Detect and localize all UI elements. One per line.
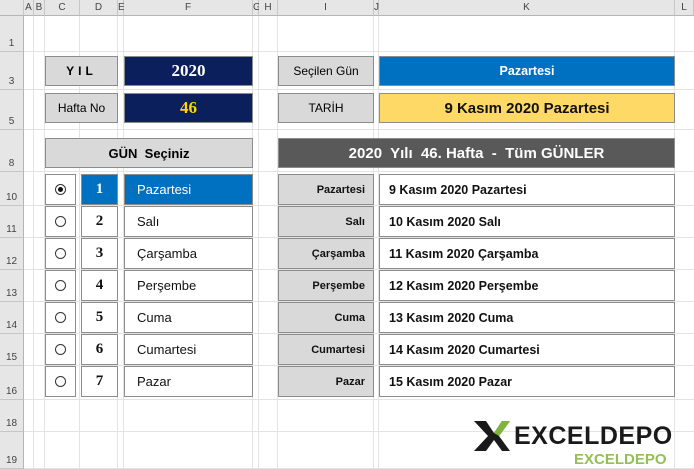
logo-text: EXCELDEPO: [514, 422, 673, 450]
column-header-C[interactable]: C: [45, 0, 80, 16]
column-header-I[interactable]: I: [278, 0, 374, 16]
week-row-date: 13 Kasım 2020 Cuma: [379, 302, 675, 333]
day-name-cell[interactable]: Çarşamba: [124, 238, 253, 269]
column-header-H[interactable]: H: [259, 0, 278, 16]
week-row-date: 15 Kasım 2020 Pazar: [379, 366, 675, 397]
day-number-cell: 4: [81, 270, 118, 301]
row-header-16[interactable]: 16: [0, 366, 24, 400]
selected-day-label: Seçilen Gün: [278, 56, 374, 86]
week-row-date: 14 Kasım 2020 Cumartesi: [379, 334, 675, 365]
week-value-cell[interactable]: 46: [124, 93, 253, 123]
radio-button-1[interactable]: [45, 174, 76, 205]
year-value: 2020: [171, 61, 206, 80]
week-row-day-label: Salı: [278, 206, 374, 237]
row-gridline: [24, 51, 694, 52]
day-name-cell[interactable]: Pazartesi: [124, 174, 253, 205]
week-row-day-label: Pazar: [278, 366, 374, 397]
column-header-L[interactable]: L: [675, 0, 694, 16]
row-gridline: [24, 89, 694, 90]
day-name-cell[interactable]: Cumartesi: [124, 334, 253, 365]
week-row-day-label: Cumartesi: [278, 334, 374, 365]
column-header-A[interactable]: A: [24, 0, 34, 16]
day-name-cell[interactable]: Cuma: [124, 302, 253, 333]
day-number-cell: 2: [81, 206, 118, 237]
row-header-12[interactable]: 12: [0, 238, 24, 270]
column-header-K[interactable]: K: [379, 0, 675, 16]
column-header-B[interactable]: B: [34, 0, 45, 16]
column-header-D[interactable]: D: [80, 0, 118, 16]
row-header-10[interactable]: 10: [0, 172, 24, 206]
row-gridline: [24, 399, 694, 400]
radio-button-3[interactable]: [45, 238, 76, 269]
radio-circle-icon[interactable]: [55, 376, 66, 387]
select-all-corner[interactable]: [0, 0, 24, 16]
year-label: YIL: [45, 56, 118, 86]
radio-circle-icon[interactable]: [55, 312, 66, 323]
radio-circle-icon[interactable]: [55, 184, 66, 195]
row-gridline: [24, 129, 694, 130]
day-number-cell: 7: [81, 366, 118, 397]
week-row-day-label: Pazartesi: [278, 174, 374, 205]
row-header-5[interactable]: 5: [0, 90, 24, 130]
day-number-cell: 6: [81, 334, 118, 365]
row-header-3[interactable]: 3: [0, 52, 24, 90]
selected-day-value-cell: Pazartesi: [379, 56, 675, 86]
radio-circle-icon[interactable]: [55, 216, 66, 227]
column-header-F[interactable]: F: [124, 0, 253, 16]
week-label: Hafta No: [45, 93, 118, 123]
day-name-cell[interactable]: Salı: [124, 206, 253, 237]
day-number-cell: 5: [81, 302, 118, 333]
day-name-cell[interactable]: Perşembe: [124, 270, 253, 301]
week-row-date: 9 Kasım 2020 Pazartesi: [379, 174, 675, 205]
radio-button-4[interactable]: [45, 270, 76, 301]
day-number-cell: 3: [81, 238, 118, 269]
row-header-8[interactable]: 8: [0, 130, 24, 172]
year-value-cell[interactable]: 2020: [124, 56, 253, 86]
date-label: TARİH: [278, 93, 374, 123]
selected-day-value: Pazartesi: [499, 64, 555, 78]
row-header-15[interactable]: 15: [0, 334, 24, 366]
row-header-11[interactable]: 11: [0, 206, 24, 238]
date-value: 9 Kasım 2020 Pazartesi: [444, 99, 610, 117]
row-gridline: [24, 171, 694, 172]
row-header-1[interactable]: 1: [0, 16, 24, 52]
day-name-cell[interactable]: Pazar: [124, 366, 253, 397]
exceldepo-logo: EXCELDEPO EXCELDEPO: [470, 415, 685, 469]
radio-circle-icon[interactable]: [55, 248, 66, 259]
radio-button-6[interactable]: [45, 334, 76, 365]
row-header-19[interactable]: 19: [0, 432, 24, 469]
row-header-14[interactable]: 14: [0, 302, 24, 334]
week-row-day-label: Çarşamba: [278, 238, 374, 269]
week-row-date: 12 Kasım 2020 Perşembe: [379, 270, 675, 301]
row-header-13[interactable]: 13: [0, 270, 24, 302]
radio-button-5[interactable]: [45, 302, 76, 333]
week-value: 46: [180, 98, 197, 117]
x-logo-icon: [474, 421, 510, 451]
row-header-18[interactable]: 18: [0, 400, 24, 432]
radio-circle-icon[interactable]: [55, 344, 66, 355]
week-table-header: 2020 Yılı 46. Hafta - Tüm GÜNLER: [278, 138, 675, 168]
week-row-date: 10 Kasım 2020 Salı: [379, 206, 675, 237]
radio-button-2[interactable]: [45, 206, 76, 237]
radio-circle-icon[interactable]: [55, 280, 66, 291]
week-row-date: 11 Kasım 2020 Çarşamba: [379, 238, 675, 269]
day-picker-header: GÜN Seçiniz: [45, 138, 253, 168]
column-gridline: [258, 16, 259, 469]
column-gridline: [33, 16, 34, 469]
week-row-day-label: Perşembe: [278, 270, 374, 301]
day-number-cell: 1: [81, 174, 118, 205]
logo-watermark-text: EXCELDEPO: [574, 451, 667, 468]
radio-button-7[interactable]: [45, 366, 76, 397]
week-row-day-label: Cuma: [278, 302, 374, 333]
date-value-cell: 9 Kasım 2020 Pazartesi: [379, 93, 675, 123]
